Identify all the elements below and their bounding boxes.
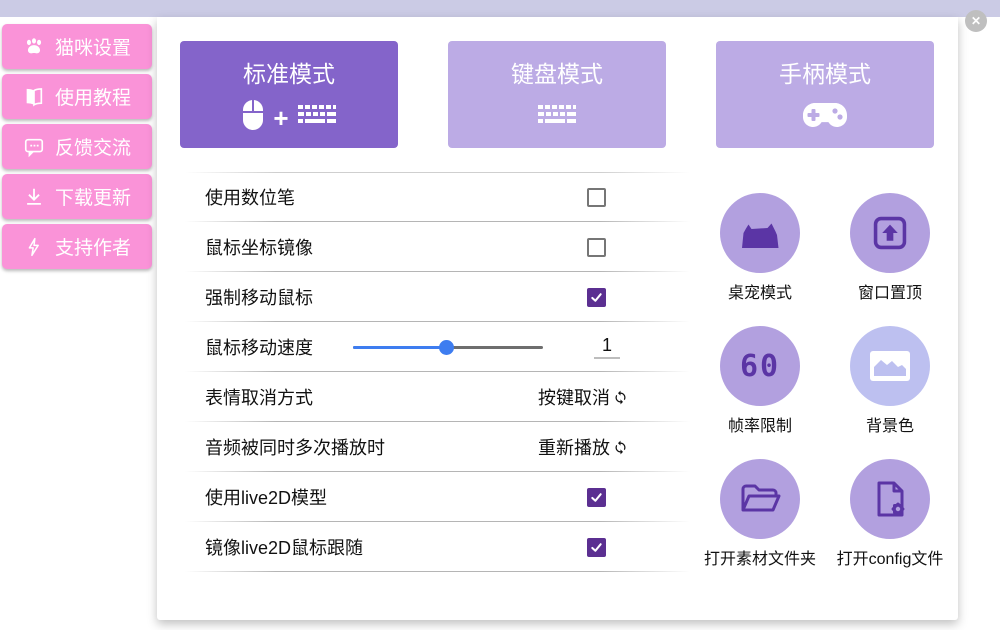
mouse-speed-slider[interactable] — [353, 340, 543, 355]
sidebar-item-support-author[interactable]: 支持作者 — [2, 224, 152, 269]
mode-label: 标准模式 — [243, 55, 335, 89]
action-background-color[interactable]: 背景色 — [825, 326, 955, 436]
sidebar: 猫咪设置 使用教程 反馈交流 下载更新 — [2, 24, 152, 274]
book-icon — [23, 86, 45, 108]
settings-panel: 标准模式 + 键盘模式 — [157, 17, 958, 620]
setting-row-mouse-speed: 鼠标移动速度 1 — [185, 322, 690, 372]
action-fps-limit[interactable]: 60 帧率限制 — [695, 326, 825, 436]
setting-label: 音频被同时多次播放时 — [205, 434, 385, 460]
setting-label: 表情取消方式 — [205, 384, 313, 410]
digital-pen-checkbox[interactable] — [587, 188, 606, 207]
file-gear-icon — [872, 479, 908, 519]
setting-row-live2d-mirror-follow: 镜像live2D鼠标跟随 — [185, 522, 690, 572]
sync-icon — [613, 390, 628, 405]
slider-fill — [353, 346, 446, 349]
cycle-value: 按键取消 — [538, 384, 610, 410]
force-move-mouse-checkbox[interactable] — [587, 288, 606, 307]
setting-label: 使用live2D模型 — [205, 484, 327, 510]
action-label: 打开config文件 — [837, 545, 944, 569]
setting-row-mouse-mirror: 鼠标坐标镜像 — [185, 222, 690, 272]
mode-selector: 标准模式 + 键盘模式 — [180, 41, 934, 148]
window-titlebar — [0, 0, 1000, 17]
fps-badge: 60 — [740, 349, 780, 384]
mouse-speed-value-input[interactable]: 1 — [594, 335, 620, 359]
sidebar-item-label: 反馈交流 — [55, 133, 131, 160]
paw-icon — [23, 36, 45, 58]
download-icon — [23, 186, 45, 208]
mode-button-keyboard[interactable]: 键盘模式 — [448, 41, 666, 148]
action-open-assets-folder[interactable]: 打开素材文件夹 — [695, 459, 825, 569]
mouse-icon — [241, 99, 265, 136]
sync-icon — [613, 440, 628, 455]
expression-cancel-cycle-button[interactable]: 按键取消 — [538, 384, 628, 410]
settings-list: 使用数位笔 鼠标坐标镜像 强制移动鼠标 鼠标移动速度 1 — [185, 172, 690, 572]
setting-row-expression-cancel: 表情取消方式 按键取消 — [185, 372, 690, 422]
mode-button-gamepad[interactable]: 手柄模式 — [716, 41, 934, 148]
sidebar-item-cat-settings[interactable]: 猫咪设置 — [2, 24, 152, 69]
sidebar-item-tutorial[interactable]: 使用教程 — [2, 74, 152, 119]
action-label: 窗口置顶 — [858, 279, 922, 303]
mode-label: 键盘模式 — [511, 55, 603, 89]
setting-row-force-move-mouse: 强制移动鼠标 — [185, 272, 690, 322]
keyboard-icon — [297, 104, 337, 131]
setting-label: 镜像live2D鼠标跟随 — [205, 534, 363, 560]
setting-label: 使用数位笔 — [205, 184, 295, 210]
cat-icon — [736, 216, 784, 250]
cycle-value: 重新播放 — [538, 434, 610, 460]
sidebar-item-download-update[interactable]: 下载更新 — [2, 174, 152, 219]
plus-icon: + — [273, 105, 288, 131]
sidebar-item-label: 使用教程 — [55, 83, 131, 110]
mode-button-standard[interactable]: 标准模式 + — [180, 41, 398, 148]
sidebar-item-label: 下载更新 — [55, 183, 131, 210]
keyboard-icon — [537, 104, 577, 131]
setting-label: 强制移动鼠标 — [205, 284, 313, 310]
action-open-config-file[interactable]: 打开config文件 — [825, 459, 955, 569]
audio-replay-cycle-button[interactable]: 重新播放 — [538, 434, 628, 460]
folder-open-icon — [739, 482, 781, 516]
sidebar-item-label: 支持作者 — [55, 233, 131, 260]
action-label: 背景色 — [866, 412, 914, 436]
action-label: 打开素材文件夹 — [704, 545, 816, 569]
quick-actions-grid: 桌宠模式 窗口置顶 60 帧率限制 背 — [695, 193, 955, 569]
close-button[interactable]: ✕ — [965, 10, 987, 32]
setting-label: 鼠标坐标镜像 — [205, 234, 313, 260]
checkmark-icon — [590, 291, 603, 304]
chat-icon — [23, 136, 45, 158]
checkmark-icon — [590, 541, 603, 554]
setting-row-audio-replay: 音频被同时多次播放时 重新播放 — [185, 422, 690, 472]
window-top-icon — [870, 213, 910, 253]
live2d-model-checkbox[interactable] — [587, 488, 606, 507]
setting-label: 鼠标移动速度 — [205, 334, 313, 360]
sidebar-item-feedback[interactable]: 反馈交流 — [2, 124, 152, 169]
action-desktop-pet-mode[interactable]: 桌宠模式 — [695, 193, 825, 303]
mode-label: 手柄模式 — [779, 55, 871, 89]
action-label: 帧率限制 — [728, 412, 792, 436]
setting-row-digital-pen: 使用数位笔 — [185, 172, 690, 222]
checkmark-icon — [590, 491, 603, 504]
action-window-on-top[interactable]: 窗口置顶 — [825, 193, 955, 303]
action-label: 桌宠模式 — [728, 279, 792, 303]
live2d-mirror-follow-checkbox[interactable] — [587, 538, 606, 557]
slider-thumb[interactable] — [439, 340, 454, 355]
mouse-mirror-checkbox[interactable] — [587, 238, 606, 257]
image-icon — [868, 349, 912, 383]
sidebar-item-label: 猫咪设置 — [55, 33, 131, 60]
gamepad-icon — [802, 101, 848, 134]
setting-row-live2d-model: 使用live2D模型 — [185, 472, 690, 522]
lightning-icon — [23, 236, 45, 258]
